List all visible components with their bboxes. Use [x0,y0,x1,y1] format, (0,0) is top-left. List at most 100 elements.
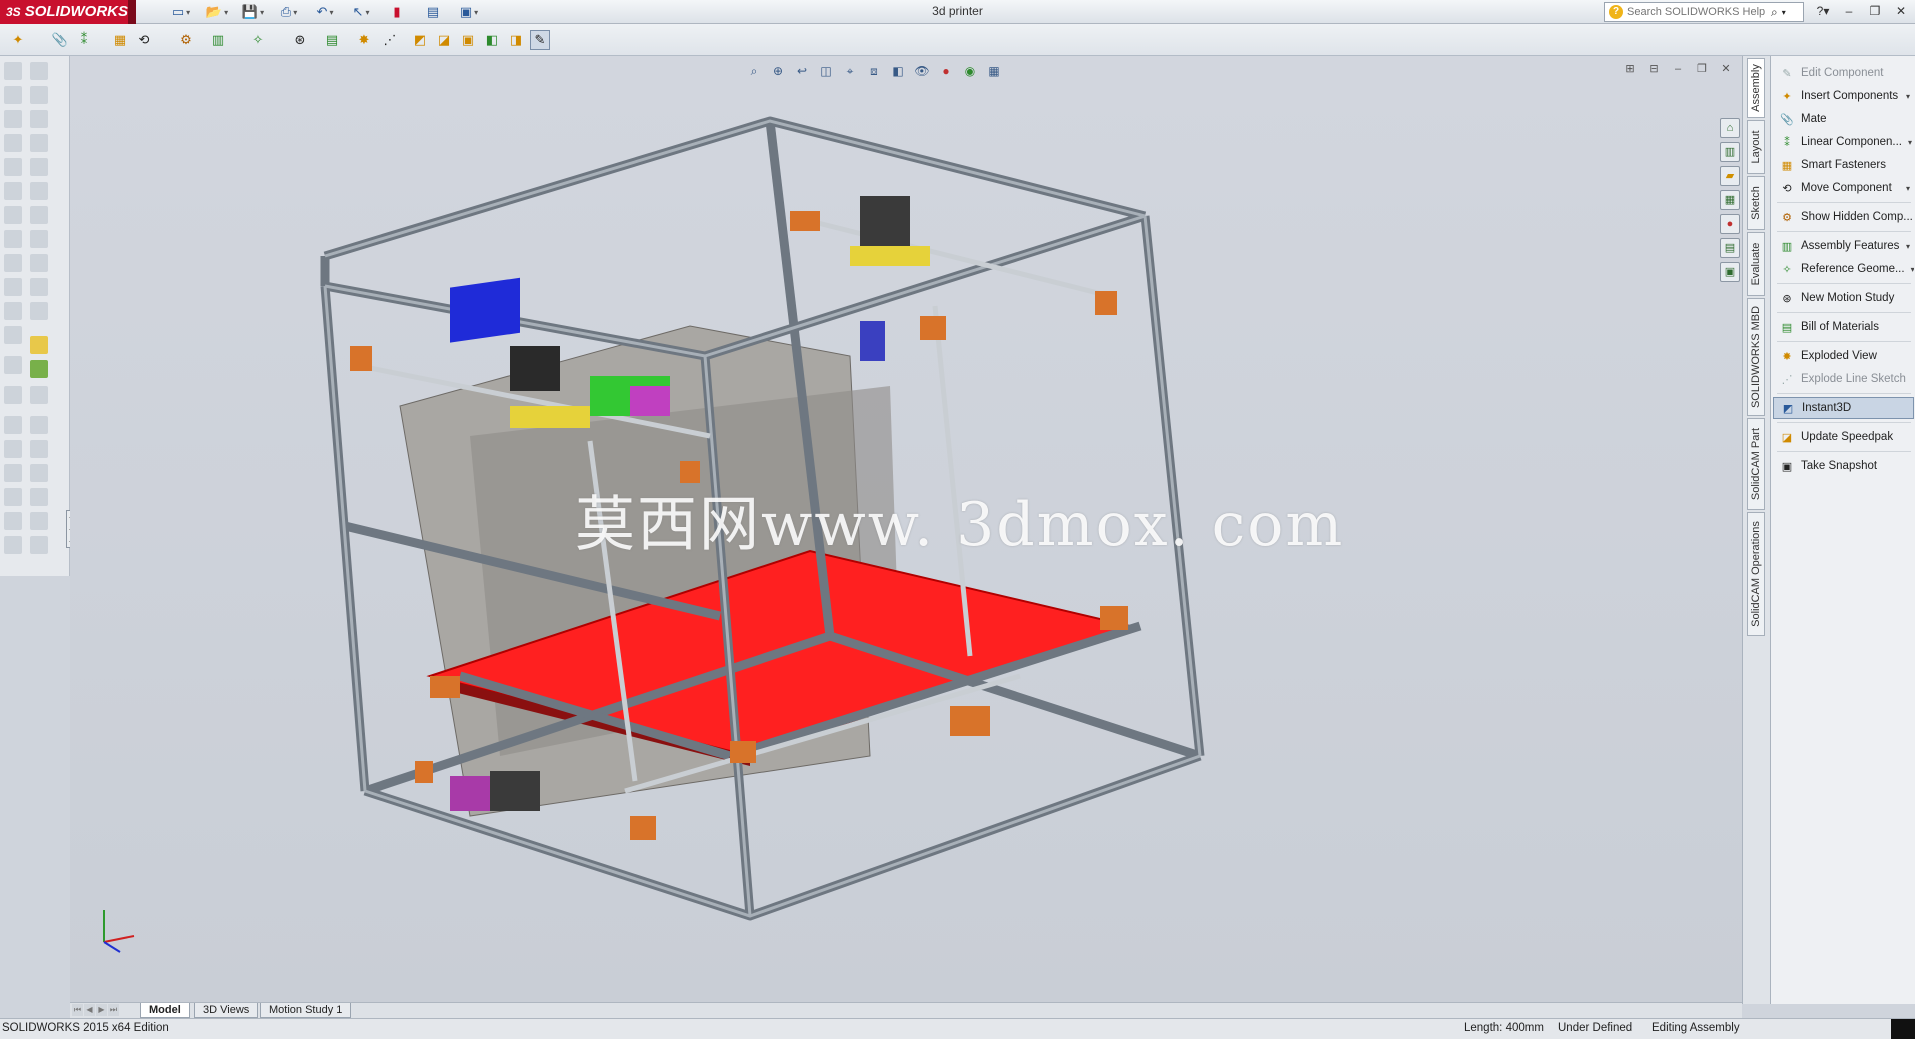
tab-sketch[interactable]: Sketch [1747,176,1765,230]
tab-solidcam-part[interactable]: SolidCAM Part [1747,418,1765,510]
solidcam-icon[interactable]: ▣ [1720,262,1740,282]
pattern-tool-icon[interactable]: ⁑ [74,30,94,50]
save-button[interactable]: 💾 ▾ [236,2,270,22]
chevron-down-icon[interactable]: ▾ [1911,265,1914,274]
view-palette-icon[interactable]: ▦ [1720,190,1740,210]
left-tool-icon[interactable] [4,230,22,248]
left-tool-icon[interactable] [4,206,22,224]
restore-icon[interactable]: ❐ [1865,2,1885,20]
tab-3d-views[interactable]: 3D Views [194,1003,259,1018]
instant3d-tool-icon[interactable]: ◩ [410,30,430,50]
zoom-to-fit-icon[interactable]: ⌕ [745,62,763,80]
section-view-icon[interactable]: ◫ [817,62,835,80]
left-tool-icon[interactable] [30,536,48,554]
left-tool-icon[interactable] [4,326,22,344]
tab-evaluate[interactable]: Evaluate [1747,232,1765,296]
print-button[interactable]: ⎙ ▾ [272,2,306,22]
left-tool-icon[interactable] [30,512,48,530]
hidden-components-tool-icon[interactable]: ⚙ [176,30,196,50]
move-component-button[interactable]: ⟲ Move Component ▾ [1773,177,1914,199]
select-button[interactable]: ↖ ▾ [344,2,378,22]
left-tool-icon[interactable] [4,386,22,404]
viewport-restore-icon[interactable]: ❐ [1694,62,1710,76]
left-tool-icon[interactable] [30,416,48,434]
update-speedpak-button[interactable]: ◪ Update Speedpak [1773,426,1914,448]
apply-scene-icon[interactable]: ◉ [961,62,979,80]
search-icon[interactable]: ⌕ [1771,5,1778,20]
motion-study-tool-icon[interactable]: ⊛ [290,30,310,50]
left-tool-icon[interactable] [30,62,48,80]
exploded-view-tool-icon[interactable]: ✸ [354,30,374,50]
undo-button[interactable]: ↶ ▾ [308,2,342,22]
view-orientation-icon[interactable]: ⧈ [865,62,883,80]
view-settings-icon[interactable]: ▦ [985,62,1003,80]
viewport-tile-icon[interactable]: ⊟ [1646,62,1662,76]
tab-motion-study-1[interactable]: Motion Study 1 [260,1003,352,1018]
left-tool-icon[interactable] [30,254,48,272]
left-tool-icon[interactable] [4,440,22,458]
chevron-down-icon[interactable]: ▾ [1782,8,1786,17]
tab-solidcam-operations[interactable]: SolidCAM Operations [1747,512,1765,636]
explode-line-tool-icon[interactable]: ⋰ [380,30,400,50]
open-button[interactable]: 📂 ▾ [200,2,234,22]
left-tool-icon[interactable] [30,278,48,296]
smart-fastener-tool-icon[interactable]: ▦ [110,30,130,50]
left-tool-icon[interactable] [4,464,22,482]
left-tool-icon[interactable] [4,302,22,320]
solidworks-resources-icon[interactable]: ⌂ [1720,118,1740,138]
minimize-icon[interactable]: – [1839,2,1859,20]
rebuild-button[interactable]: ▮ [380,2,414,22]
ribbon-tool-icon[interactable]: ◧ [482,30,502,50]
tab-solidworks-mbd[interactable]: SOLIDWORKS MBD [1747,298,1765,416]
left-tool-icon[interactable] [30,440,48,458]
first-tab-icon[interactable]: ⏮ [72,1004,83,1016]
chevron-down-icon[interactable]: ▾ [1908,138,1914,147]
file-properties-button[interactable]: ▤ [416,2,450,22]
left-tool-icon[interactable] [4,512,22,530]
left-tool-icon[interactable] [4,254,22,272]
previous-tab-icon[interactable]: ◀ [84,1004,95,1016]
edit-appearance-icon[interactable]: ● [937,62,955,80]
left-tool-icon[interactable] [30,134,48,152]
viewport-minimize-icon[interactable]: – [1670,62,1686,76]
speedpak-tool-icon[interactable]: ◪ [434,30,454,50]
graphics-area[interactable]: ⌕ ⊕ ↩ ◫ ⌖ ⧈ ◧ 👁 ● ◉ ▦ ⊞ ⊟ – ❐ ✕ 莫西网www. … [70,56,1742,1004]
reference-geometry-tool-icon[interactable]: ✧ [248,30,268,50]
snapshot-tool-icon[interactable]: ▣ [458,30,478,50]
left-tool-icon[interactable] [4,86,22,104]
left-tool-icon[interactable] [4,110,22,128]
exploded-view-button[interactable]: ✸ Exploded View [1773,345,1914,367]
custom-properties-icon[interactable]: ▤ [1720,238,1740,258]
left-tool-icon[interactable] [4,356,22,374]
insert-components-button[interactable]: ✦ Insert Components ▾ [1773,85,1914,107]
left-tool-icon[interactable] [30,110,48,128]
left-tool-icon[interactable] [30,336,48,354]
left-tool-icon[interactable] [30,464,48,482]
left-tool-icon[interactable] [30,302,48,320]
assembly-features-button[interactable]: ▥ Assembly Features ▾ [1773,235,1914,257]
left-tool-icon[interactable] [30,230,48,248]
chevron-down-icon[interactable]: ▾ [1906,92,1914,101]
take-snapshot-button[interactable]: ▣ Take Snapshot [1773,455,1914,477]
left-tool-icon[interactable] [30,488,48,506]
help-icon[interactable]: ?▾ [1813,2,1833,20]
viewport-split-icon[interactable]: ⊞ [1622,62,1638,76]
new-document-button[interactable]: ▭ ▾ [164,2,198,22]
zoom-to-area-icon[interactable]: ⊕ [769,62,787,80]
show-hidden-components-button[interactable]: ⚙ Show Hidden Comp... [1773,206,1914,228]
left-tool-icon[interactable] [30,360,48,378]
left-tool-icon[interactable] [30,86,48,104]
left-tool-icon[interactable] [4,134,22,152]
options-button[interactable]: ▣ ▾ [452,2,486,22]
explode-line-sketch-button[interactable]: ⋰ Explode Line Sketch [1773,368,1914,390]
move-tool-icon[interactable]: ⟲ [134,30,154,50]
insert-component-tool-icon[interactable]: ✦ [8,30,28,50]
tab-model[interactable]: Model [140,1003,190,1018]
previous-view-icon[interactable]: ↩ [793,62,811,80]
edit-component-button[interactable]: ✎ Edit Component [1773,62,1914,84]
instant3d-button[interactable]: ◩ Instant3D [1773,397,1914,419]
mate-button[interactable]: 📎 Mate [1773,108,1914,130]
mate-tool-icon[interactable]: 📎 [50,30,70,50]
chevron-down-icon[interactable]: ▾ [1906,184,1914,193]
left-tool-icon[interactable] [30,158,48,176]
